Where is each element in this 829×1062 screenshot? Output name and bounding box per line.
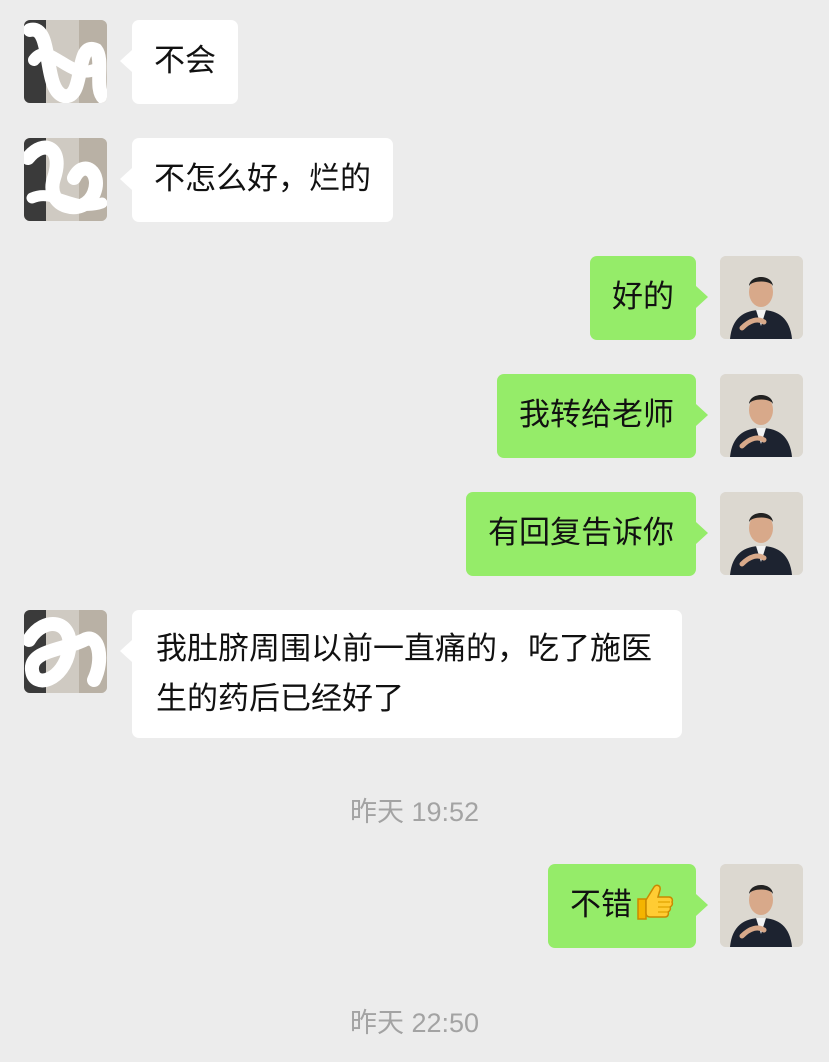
message-text: 我肚脐周围以前一直痛的，吃了施医生的药后已经好了 [156,631,652,717]
contact-avatar[interactable] [24,610,107,693]
message-timestamp: 昨天 22:50 [349,1008,480,1038]
message-bubble[interactable]: 我肚脐周围以前一直痛的，吃了施医生的药后已经好了 [120,610,682,738]
message-bubble[interactable]: 不怎么好，烂的 [120,138,393,222]
message-row: 好的 [0,256,829,340]
message-text: 有回复告诉你 [488,515,674,551]
message-row: 不会 [0,20,829,104]
message-text: 不会 [154,43,216,79]
message-timestamp: 昨天 19:52 [349,797,480,827]
message-text: 不怎么好，烂的 [154,161,371,197]
message-bubble[interactable]: 我转给老师 [497,374,708,458]
chat-message-list[interactable]: 不会 不怎么好，烂的 好的 我转给老师 有回复告诉你 我肚脐周围以前一直痛的，吃… [0,0,829,1062]
user-avatar[interactable] [720,374,803,457]
message-row: 我肚脐周围以前一直痛的，吃了施医生的药后已经好了 [0,610,829,738]
contact-avatar[interactable] [24,138,107,221]
contact-avatar[interactable] [24,20,107,103]
message-bubble[interactable]: 好的 [590,256,708,340]
message-text: 好的 [612,279,674,315]
message-text: 我转给老师 [519,397,674,433]
message-row: 有回复告诉你 [0,492,829,576]
message-row: 不怎么好，烂的 [0,138,829,222]
message-row: 不错 [0,864,829,948]
message-text: 不错 [570,887,632,923]
message-bubble[interactable]: 有回复告诉你 [466,492,708,576]
message-row: 我转给老师 [0,374,829,458]
user-avatar[interactable] [720,864,803,947]
message-bubble[interactable]: 不会 [120,20,238,104]
user-avatar[interactable] [720,256,803,339]
message-bubble[interactable]: 不错 [548,864,708,948]
user-avatar[interactable] [720,492,803,575]
thumbs-up-icon [634,883,674,936]
